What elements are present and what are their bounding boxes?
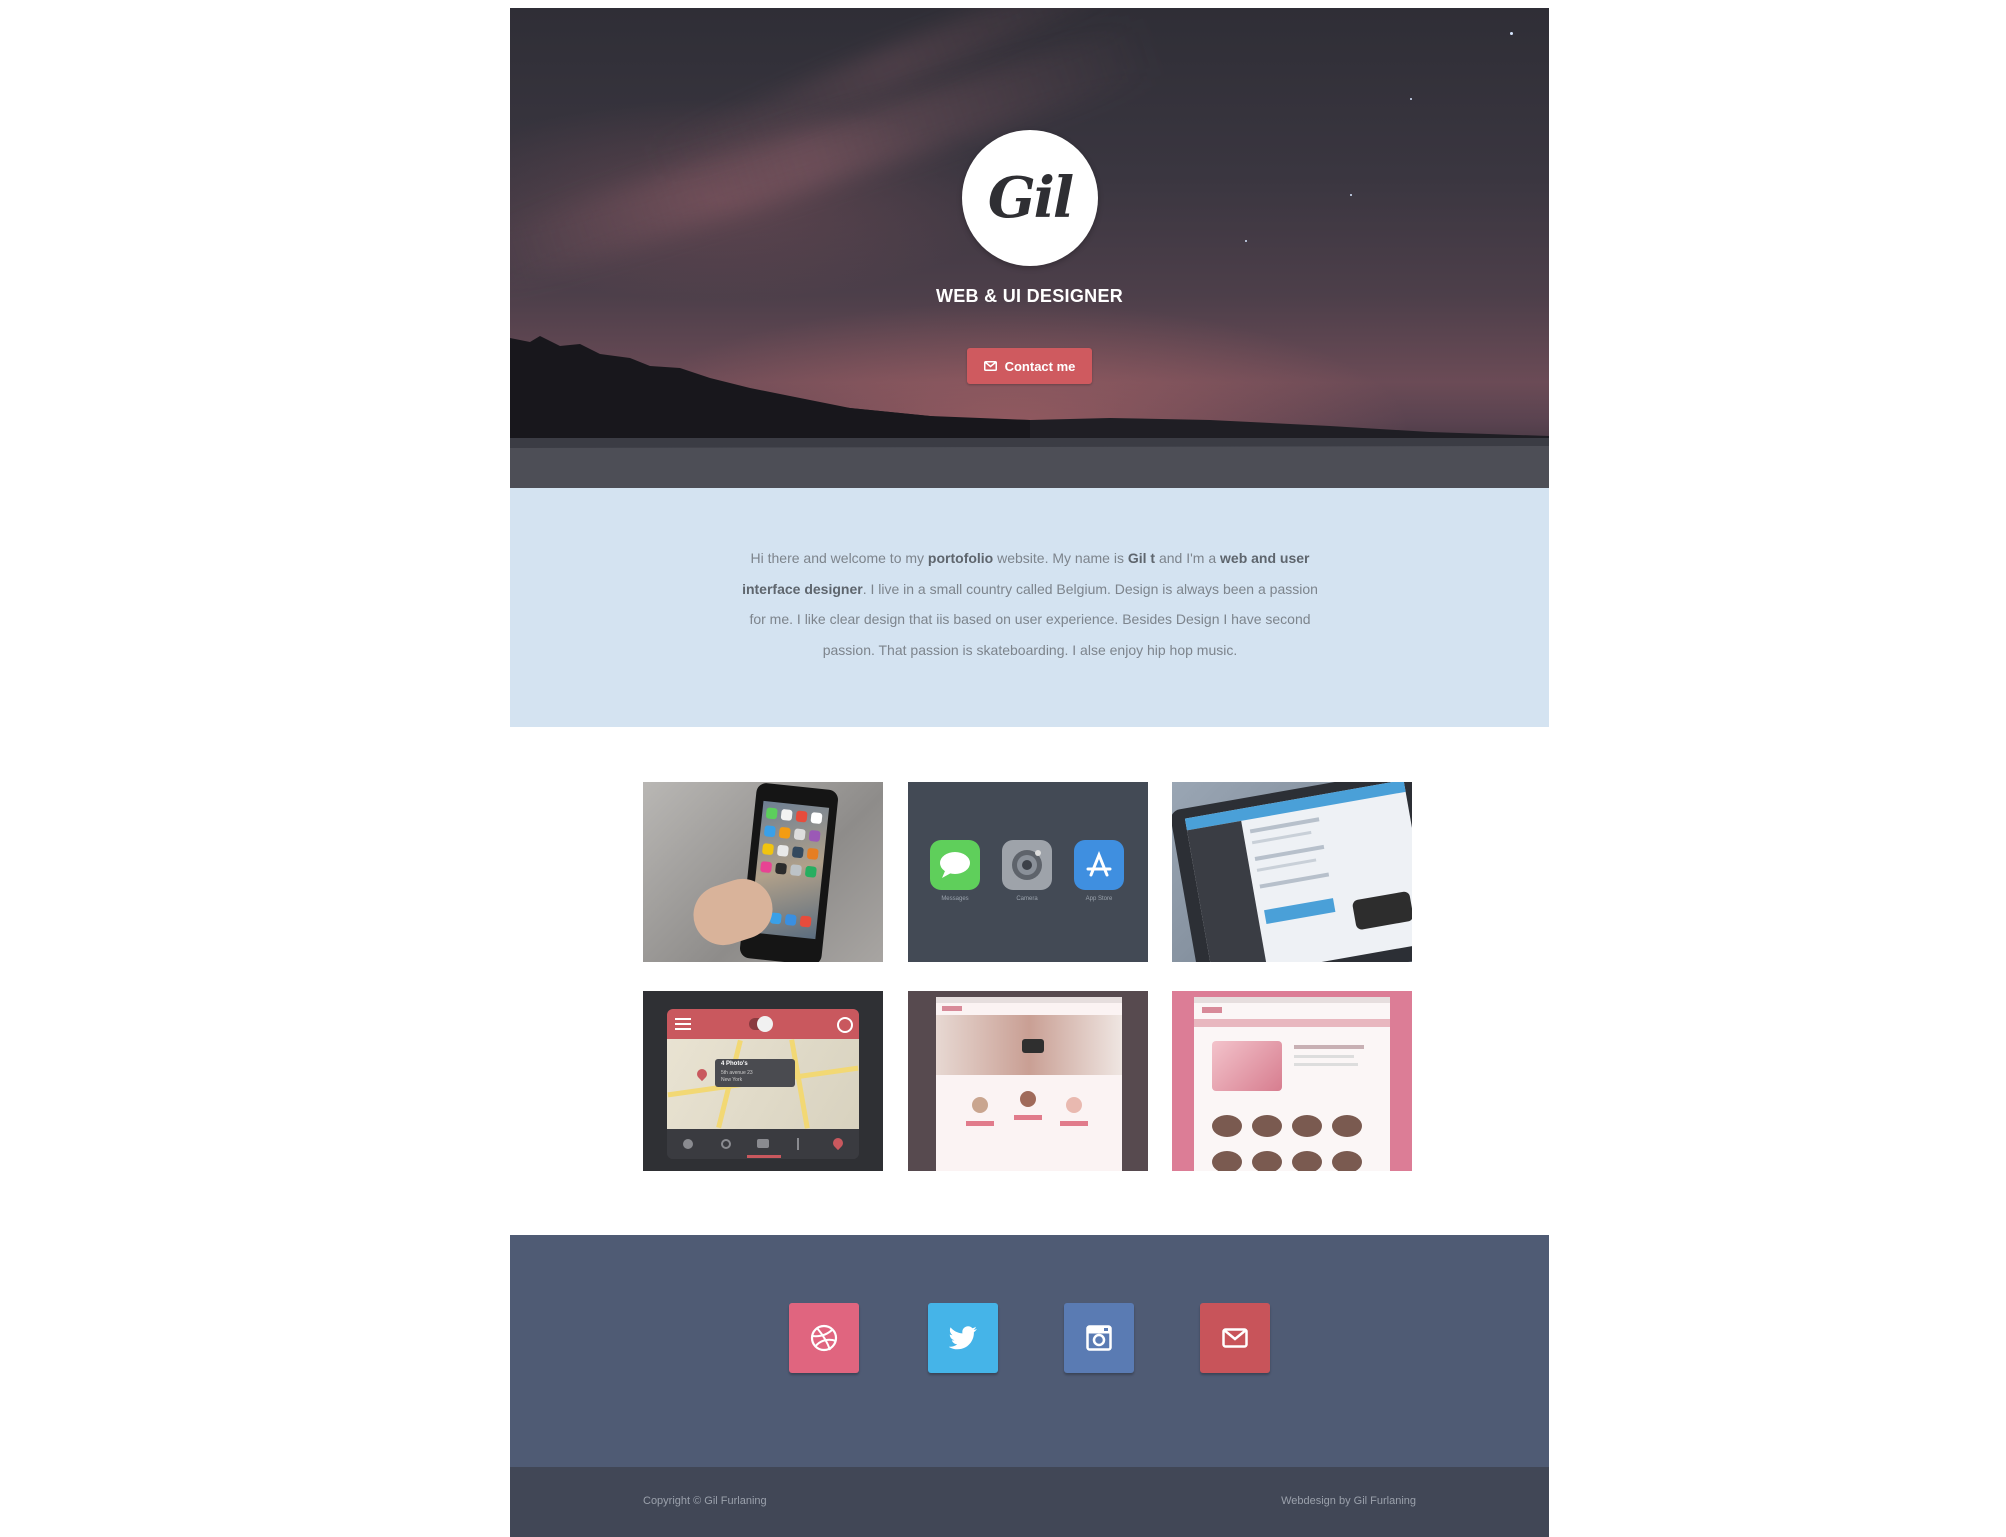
social-section xyxy=(510,1235,1549,1467)
contact-button-label: Contact me xyxy=(1004,358,1076,374)
app-store-icon xyxy=(1074,840,1124,890)
star xyxy=(1245,240,1247,242)
contact-button[interactable]: Contact me xyxy=(967,348,1092,384)
about-text-bold: Gil t xyxy=(1127,550,1156,566)
about-text-part: Hi there and welcome to my xyxy=(750,550,928,566)
about-text: Hi there and welcome to my portofolio we… xyxy=(735,543,1325,665)
star xyxy=(1350,194,1352,196)
map-popup-title: 4 Photo's xyxy=(721,1061,748,1067)
tablet-mockup xyxy=(1172,782,1412,962)
portfolio-item-ios-icons[interactable]: Messages Camera App Store xyxy=(908,782,1148,962)
about-text-part: and I'm a xyxy=(1155,550,1221,566)
about-section: Hi there and welcome to my portofolio we… xyxy=(510,488,1549,727)
logo[interactable]: Gil xyxy=(962,130,1098,266)
dribbble-icon xyxy=(810,1324,838,1352)
camera-icon xyxy=(1002,840,1052,890)
map-app-toolbar xyxy=(667,1009,859,1039)
dribbble-button[interactable] xyxy=(789,1303,859,1373)
credit-text: Webdesign by Gil Furlaning xyxy=(1281,1495,1416,1507)
portfolio-item-tablet-mail[interactable] xyxy=(1172,782,1412,962)
tablet-screen xyxy=(1184,782,1412,962)
copyright-text: Copyright © Gil Furlaning xyxy=(643,1495,767,1507)
logo-text: Gil xyxy=(987,165,1074,231)
map-app-tabbar xyxy=(667,1129,859,1159)
about-text-part: website. My name is xyxy=(993,550,1128,566)
portfolio-item-cupcake-website[interactable] xyxy=(1172,991,1412,1171)
footer: Copyright © Gil Furlaning Webdesign by G… xyxy=(510,1467,1549,1537)
treeline-landscape xyxy=(510,336,1549,488)
star xyxy=(1510,32,1513,35)
twitter-icon xyxy=(949,1326,977,1350)
star xyxy=(1410,98,1412,100)
instagram-icon xyxy=(1086,1325,1112,1351)
mail-icon xyxy=(983,361,997,371)
camera-label: Camera xyxy=(1016,896,1038,902)
portfolio-item-pink-website[interactable] xyxy=(908,991,1148,1171)
messages-icon xyxy=(930,840,980,890)
portfolio-item-map-app[interactable]: 4 Photo's 5th avenue 23 New York xyxy=(643,991,883,1171)
app-store-label: App Store xyxy=(1085,896,1113,902)
instagram-button[interactable] xyxy=(1064,1303,1134,1373)
map-popup-address: 5th avenue 23 xyxy=(721,1070,753,1076)
messages-label: Messages xyxy=(941,896,969,902)
portfolio-item-iphone-app[interactable] xyxy=(643,782,883,962)
mail-button[interactable] xyxy=(1200,1303,1270,1373)
map-popup-city: New York xyxy=(721,1077,743,1083)
hero-section: Gil WEB & UI DESIGNER Contact me xyxy=(510,8,1549,488)
role-title: WEB & UI DESIGNER xyxy=(935,286,1124,306)
map-pin-icon xyxy=(694,1066,710,1082)
about-text-bold: portofolio xyxy=(927,550,994,566)
map-app-frame: 4 Photo's 5th avenue 23 New York xyxy=(667,1009,859,1159)
map-view: 4 Photo's 5th avenue 23 New York xyxy=(667,1039,859,1129)
mail-icon xyxy=(1222,1328,1248,1348)
website-mockup xyxy=(936,997,1122,1171)
twitter-button[interactable] xyxy=(928,1303,998,1373)
website-mockup xyxy=(1194,997,1390,1171)
